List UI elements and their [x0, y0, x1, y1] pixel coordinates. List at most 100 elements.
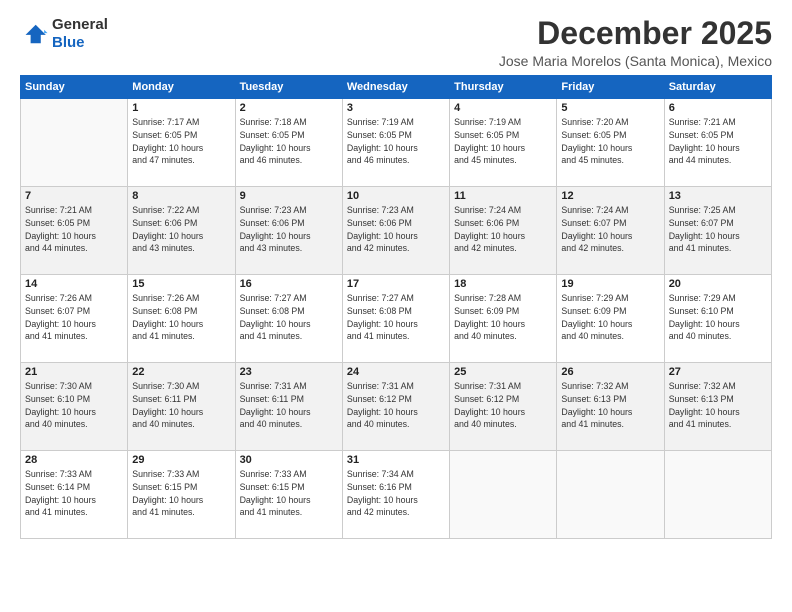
calendar-cell: 8 Sunrise: 7:22 AMSunset: 6:06 PMDaylight…	[128, 187, 235, 275]
weekday-header-sunday: Sunday	[21, 76, 128, 99]
day-info: Sunrise: 7:21 AMSunset: 6:05 PMDaylight:…	[669, 116, 767, 167]
day-number: 12	[561, 190, 659, 202]
calendar-cell: 20Sunrise: 7:29 AMSunset: 6:10 PMDayligh…	[664, 275, 771, 363]
calendar-cell: 2 Sunrise: 7:18 AMSunset: 6:05 PMDaylight…	[235, 99, 342, 187]
day-number: 20	[669, 278, 767, 290]
location-title: Jose Maria Morelos (Santa Monica), Mexic…	[499, 53, 772, 69]
day-number: 29	[132, 454, 230, 466]
week-row-4: 21 Sunrise: 7:30 AMSunset: 6:10 PMDayligh…	[21, 363, 772, 451]
calendar-cell: 14Sunrise: 7:26 AMSunset: 6:07 PMDayligh…	[21, 275, 128, 363]
week-row-2: 7 Sunrise: 7:21 AMSunset: 6:05 PMDaylight…	[21, 187, 772, 275]
calendar-cell: 31 Sunrise: 7:34 AMSunset: 6:16 PMDayligh…	[342, 451, 449, 539]
calendar-cell: 18 Sunrise: 7:28 AMSunset: 6:09 PMDayligh…	[450, 275, 557, 363]
day-info: Sunrise: 7:23 AMSunset: 6:06 PMDaylight:…	[347, 204, 445, 255]
month-title: December 2025	[499, 16, 772, 51]
day-info: Sunrise: 7:31 AMSunset: 6:12 PMDaylight:…	[347, 380, 445, 431]
calendar-cell	[664, 451, 771, 539]
calendar-cell: 25 Sunrise: 7:31 AMSunset: 6:12 PMDayligh…	[450, 363, 557, 451]
day-number: 17	[347, 278, 445, 290]
day-info: Sunrise: 7:26 AMSunset: 6:08 PMDaylight:…	[132, 292, 230, 343]
day-number: 1	[132, 102, 230, 114]
calendar-cell: 21 Sunrise: 7:30 AMSunset: 6:10 PMDayligh…	[21, 363, 128, 451]
day-number: 7	[25, 190, 123, 202]
calendar-cell: 9Sunrise: 7:23 AMSunset: 6:06 PMDaylight…	[235, 187, 342, 275]
week-row-5: 28 Sunrise: 7:33 AMSunset: 6:14 PMDayligh…	[21, 451, 772, 539]
calendar-cell: 16 Sunrise: 7:27 AMSunset: 6:08 PMDayligh…	[235, 275, 342, 363]
day-number: 27	[669, 366, 767, 378]
day-info: Sunrise: 7:32 AMSunset: 6:13 PMDaylight:…	[669, 380, 767, 431]
day-info: Sunrise: 7:33 AMSunset: 6:15 PMDaylight:…	[240, 468, 338, 519]
day-info: Sunrise: 7:24 AMSunset: 6:06 PMDaylight:…	[454, 204, 552, 255]
day-number: 13	[669, 190, 767, 202]
weekday-header-monday: Monday	[128, 76, 235, 99]
weekday-header-wednesday: Wednesday	[342, 76, 449, 99]
day-number: 21	[25, 366, 123, 378]
calendar-cell	[450, 451, 557, 539]
day-number: 25	[454, 366, 552, 378]
day-info: Sunrise: 7:19 AMSunset: 6:05 PMDaylight:…	[454, 116, 552, 167]
calendar-cell: 4 Sunrise: 7:19 AMSunset: 6:05 PMDaylight…	[450, 99, 557, 187]
day-number: 18	[454, 278, 552, 290]
day-number: 22	[132, 366, 230, 378]
weekday-header-tuesday: Tuesday	[235, 76, 342, 99]
day-info: Sunrise: 7:21 AMSunset: 6:05 PMDaylight:…	[25, 204, 123, 255]
day-info: Sunrise: 7:30 AMSunset: 6:10 PMDaylight:…	[25, 380, 123, 431]
day-info: Sunrise: 7:34 AMSunset: 6:16 PMDaylight:…	[347, 468, 445, 519]
day-info: Sunrise: 7:33 AMSunset: 6:15 PMDaylight:…	[132, 468, 230, 519]
weekday-header-thursday: Thursday	[450, 76, 557, 99]
day-number: 5	[561, 102, 659, 114]
day-info: Sunrise: 7:23 AMSunset: 6:06 PMDaylight:…	[240, 204, 338, 255]
day-number: 14	[25, 278, 123, 290]
day-info: Sunrise: 7:18 AMSunset: 6:05 PMDaylight:…	[240, 116, 338, 167]
calendar-cell: 26 Sunrise: 7:32 AMSunset: 6:13 PMDayligh…	[557, 363, 664, 451]
day-number: 4	[454, 102, 552, 114]
weekday-header-friday: Friday	[557, 76, 664, 99]
day-info: Sunrise: 7:19 AMSunset: 6:05 PMDaylight:…	[347, 116, 445, 167]
calendar-table: SundayMondayTuesdayWednesdayThursdayFrid…	[20, 75, 772, 539]
day-info: Sunrise: 7:31 AMSunset: 6:12 PMDaylight:…	[454, 380, 552, 431]
calendar-cell: 6 Sunrise: 7:21 AMSunset: 6:05 PMDaylight…	[664, 99, 771, 187]
day-number: 23	[240, 366, 338, 378]
calendar-cell: 11Sunrise: 7:24 AMSunset: 6:06 PMDayligh…	[450, 187, 557, 275]
day-number: 8	[132, 190, 230, 202]
day-info: Sunrise: 7:28 AMSunset: 6:09 PMDaylight:…	[454, 292, 552, 343]
day-number: 15	[132, 278, 230, 290]
day-info: Sunrise: 7:31 AMSunset: 6:11 PMDaylight:…	[240, 380, 338, 431]
day-info: Sunrise: 7:17 AMSunset: 6:05 PMDaylight:…	[132, 116, 230, 167]
calendar-cell: 7 Sunrise: 7:21 AMSunset: 6:05 PMDaylight…	[21, 187, 128, 275]
day-number: 16	[240, 278, 338, 290]
day-info: Sunrise: 7:33 AMSunset: 6:14 PMDaylight:…	[25, 468, 123, 519]
calendar-cell: 27 Sunrise: 7:32 AMSunset: 6:13 PMDayligh…	[664, 363, 771, 451]
day-number: 6	[669, 102, 767, 114]
day-number: 26	[561, 366, 659, 378]
weekday-header-saturday: Saturday	[664, 76, 771, 99]
calendar-cell: 22 Sunrise: 7:30 AMSunset: 6:11 PMDayligh…	[128, 363, 235, 451]
day-info: Sunrise: 7:24 AMSunset: 6:07 PMDaylight:…	[561, 204, 659, 255]
calendar-cell: 24Sunrise: 7:31 AMSunset: 6:12 PMDayligh…	[342, 363, 449, 451]
calendar-cell: 28 Sunrise: 7:33 AMSunset: 6:14 PMDayligh…	[21, 451, 128, 539]
logo: General Blue	[20, 16, 108, 52]
day-number: 28	[25, 454, 123, 466]
calendar-cell: 17Sunrise: 7:27 AMSunset: 6:08 PMDayligh…	[342, 275, 449, 363]
day-number: 10	[347, 190, 445, 202]
day-info: Sunrise: 7:20 AMSunset: 6:05 PMDaylight:…	[561, 116, 659, 167]
day-info: Sunrise: 7:22 AMSunset: 6:06 PMDaylight:…	[132, 204, 230, 255]
calendar-cell: 29 Sunrise: 7:33 AMSunset: 6:15 PMDayligh…	[128, 451, 235, 539]
day-number: 3	[347, 102, 445, 114]
day-number: 2	[240, 102, 338, 114]
calendar-cell: 19Sunrise: 7:29 AMSunset: 6:09 PMDayligh…	[557, 275, 664, 363]
title-block: December 2025 Jose Maria Morelos (Santa …	[499, 16, 772, 69]
week-row-3: 14Sunrise: 7:26 AMSunset: 6:07 PMDayligh…	[21, 275, 772, 363]
calendar-cell: 12 Sunrise: 7:24 AMSunset: 6:07 PMDayligh…	[557, 187, 664, 275]
logo-blue: Blue	[52, 34, 85, 51]
calendar-cell	[557, 451, 664, 539]
day-info: Sunrise: 7:27 AMSunset: 6:08 PMDaylight:…	[240, 292, 338, 343]
day-number: 31	[347, 454, 445, 466]
day-number: 30	[240, 454, 338, 466]
calendar-cell: 30 Sunrise: 7:33 AMSunset: 6:15 PMDayligh…	[235, 451, 342, 539]
day-info: Sunrise: 7:30 AMSunset: 6:11 PMDaylight:…	[132, 380, 230, 431]
calendar-cell: 5 Sunrise: 7:20 AMSunset: 6:05 PMDaylight…	[557, 99, 664, 187]
day-info: Sunrise: 7:32 AMSunset: 6:13 PMDaylight:…	[561, 380, 659, 431]
day-info: Sunrise: 7:29 AMSunset: 6:09 PMDaylight:…	[561, 292, 659, 343]
calendar-cell: 3 Sunrise: 7:19 AMSunset: 6:05 PMDaylight…	[342, 99, 449, 187]
